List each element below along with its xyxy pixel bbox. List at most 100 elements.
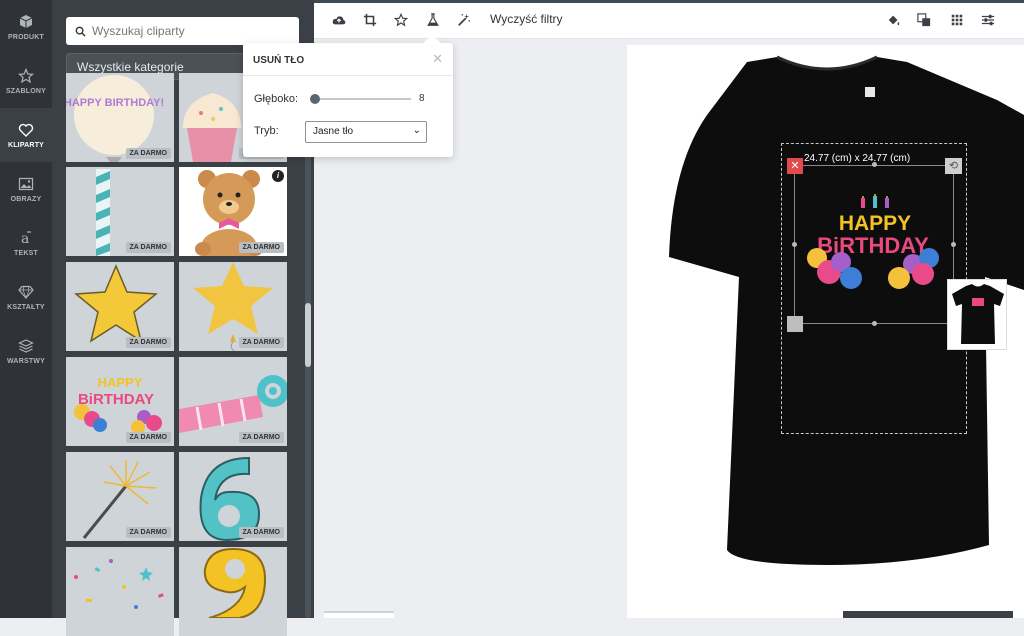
tshirt-preview-image	[952, 284, 1004, 344]
clipart-tile-happy-birthday-balloon[interactable]: HAPPY BIRTHDAY! ZA DARMO	[66, 73, 174, 162]
image-icon	[18, 177, 34, 190]
nav-item-warstwy[interactable]: WARSTWY	[0, 324, 52, 378]
clipart-tile-teddy-bear[interactable]: i ZA DARMO	[179, 167, 287, 256]
svg-text:a: a	[21, 231, 29, 246]
free-badge: ZA DARMO	[125, 432, 171, 443]
close-icon: ✕	[790, 160, 800, 172]
crop-button[interactable]	[361, 11, 379, 29]
close-icon: ✕	[432, 51, 443, 66]
clipart-tile-number-nine[interactable]	[179, 547, 287, 636]
star-icon	[394, 13, 408, 27]
sliders-icon	[981, 14, 995, 26]
depth-label: Głęboko:	[254, 93, 299, 105]
free-badge: ZA DARMO	[125, 337, 171, 348]
text-icon: a	[21, 231, 31, 246]
info-icon[interactable]: i	[272, 170, 284, 182]
paint-bucket-icon	[888, 15, 900, 26]
favorite-button[interactable]	[392, 11, 410, 29]
grid-icon	[951, 14, 963, 26]
nav-item-kliparty[interactable]: KLIPARTY	[0, 108, 52, 162]
remove-background-button[interactable]	[424, 11, 442, 29]
rotate-icon: ⟲	[948, 160, 959, 172]
free-badge: ZA DARMO	[238, 337, 284, 348]
product-preview-thumbnail[interactable]	[947, 279, 1007, 350]
clipart-tile-star-balloon[interactable]: ZA DARMO	[179, 262, 287, 351]
nav-item-szablony[interactable]: SZABLONY	[0, 54, 52, 108]
clipart-tile-sparkler[interactable]: ZA DARMO	[66, 452, 174, 541]
flask-icon	[427, 13, 439, 26]
cloud-upload-icon	[332, 16, 346, 25]
design-size-label: 24.77 (cm) x 24.77 (cm)	[804, 153, 911, 164]
nav-label: TEKST	[14, 249, 38, 257]
resize-handle-right[interactable]	[951, 242, 956, 247]
mode-label: Tryb:	[254, 125, 279, 137]
free-badge: ZA DARMO	[125, 242, 171, 253]
cube-icon	[19, 14, 33, 28]
remove-background-popover: USUŃ TŁO ✕ Głęboko: 8 Tryb: Jasne tło ⌄	[243, 34, 453, 157]
crop-icon	[363, 13, 377, 27]
nav-label: PRODUKT	[7, 33, 44, 41]
free-badge: ZA DARMO	[125, 527, 171, 538]
nav-item-obrazy[interactable]: OBRAZY	[0, 162, 52, 216]
nav-item-ksztalty[interactable]: KSZTAŁTY	[0, 270, 52, 324]
resize-handle-bottom[interactable]	[872, 321, 877, 326]
free-badge: ZA DARMO	[125, 148, 171, 159]
clipart-tile-confetti[interactable]	[66, 547, 174, 636]
nav-label: OBRAZY	[10, 195, 42, 203]
nav-label: SZABLONY	[5, 87, 47, 95]
star-icon	[18, 67, 34, 83]
confetti-image	[74, 559, 164, 609]
balloon-text: HAPPY BIRTHDAY!	[66, 97, 164, 109]
fill-color-button[interactable]	[885, 11, 903, 29]
nav-label: WARSTWY	[7, 357, 45, 365]
upload-button[interactable]	[330, 11, 348, 29]
clear-filters-button[interactable]: Wyczyść filtry	[490, 12, 563, 26]
nav-label: KLIPARTY	[7, 141, 45, 149]
nav-label: KSZTAŁTY	[7, 303, 45, 311]
delete-element-button[interactable]: ✕	[787, 158, 803, 174]
resize-handle-left[interactable]	[792, 242, 797, 247]
mode-select-value: Jasne tło	[313, 126, 354, 137]
clipart-search[interactable]: Wyszukaj cliparty	[66, 17, 299, 45]
free-badge: ZA DARMO	[238, 527, 284, 538]
clipart-tile-party-horn[interactable]: ZA DARMO	[179, 357, 287, 446]
duplicate-element-button[interactable]	[787, 316, 803, 332]
clipart-tile-yellow-star[interactable]: ZA DARMO	[66, 262, 174, 351]
panel-scroll-thumb[interactable]	[305, 303, 311, 367]
magic-wand-button[interactable]	[455, 11, 473, 29]
divider	[243, 75, 453, 76]
depth-value: 8	[419, 93, 425, 104]
mode-select[interactable]: Jasne tło ⌄	[305, 121, 427, 143]
layers-icon	[18, 338, 34, 353]
search-input[interactable]: Wyszukaj cliparty	[92, 24, 185, 38]
bottom-action-bar[interactable]	[843, 611, 1013, 618]
nav-item-tekst[interactable]: a TEKST	[0, 216, 52, 270]
layer-order-icon	[917, 13, 931, 27]
depth-slider-track[interactable]	[313, 98, 411, 100]
adjust-button[interactable]	[979, 11, 997, 29]
clipart-text-birthday: BiRTHDAY	[78, 391, 154, 408]
magic-wand-icon	[458, 13, 471, 26]
popover-close-button[interactable]: ✕	[432, 51, 443, 67]
chevron-down-icon: ⌄	[412, 125, 421, 136]
grid-button[interactable]	[948, 11, 966, 29]
heart-icon	[18, 123, 34, 137]
popover-title: USUŃ TŁO	[253, 55, 305, 66]
selected-design-box[interactable]: HAPPY BiRTHDAY	[794, 165, 954, 324]
free-badge: ZA DARMO	[238, 432, 284, 443]
clipart-tile-happy-birthday-balloons[interactable]: HAPPY BiRTHDAY ZA DARMO	[66, 357, 174, 446]
editor-toolbar: Wyczyść filtry	[314, 3, 1024, 39]
free-badge: ZA DARMO	[238, 242, 284, 253]
gem-icon	[18, 285, 34, 299]
clipart-tile-party-candle[interactable]: ZA DARMO	[66, 167, 174, 256]
left-navigation: PRODUKT SZABLONY KLIPARTY OBRAZY a TEKST…	[0, 0, 52, 618]
search-icon	[75, 26, 86, 37]
layer-order-button[interactable]	[915, 11, 933, 29]
rotate-element-button[interactable]: ⟲	[945, 158, 962, 174]
clipart-tile-number-six[interactable]: ZA DARMO	[179, 452, 287, 541]
design-text-happy: HAPPY	[839, 212, 911, 235]
view-thumbnail-strip[interactable]	[324, 611, 394, 618]
nav-item-produkt[interactable]: PRODUKT	[0, 0, 52, 54]
depth-slider-knob[interactable]	[310, 94, 320, 104]
birthday-design: HAPPY BiRTHDAY	[807, 194, 939, 289]
